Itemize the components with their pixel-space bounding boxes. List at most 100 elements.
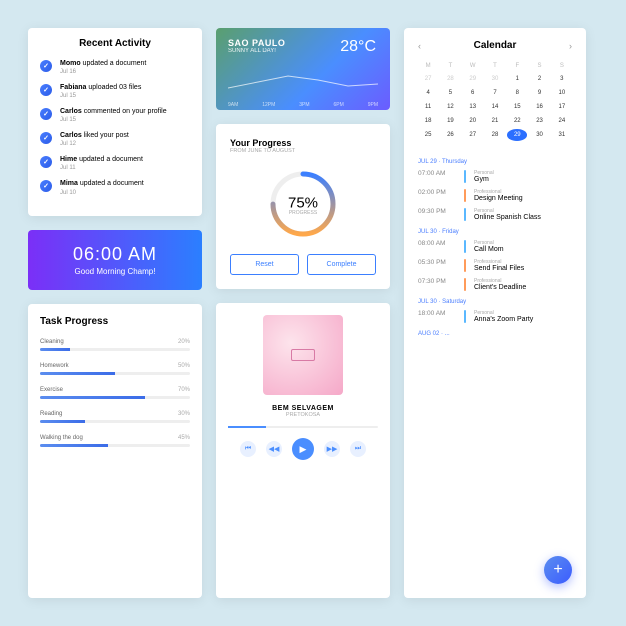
calendar-day[interactable]: 15: [507, 101, 527, 113]
calendar-day[interactable]: 13: [463, 101, 483, 113]
event-title: Send Final Files: [474, 265, 524, 272]
calendar-day[interactable]: 23: [529, 115, 549, 127]
calendar-day[interactable]: 7: [485, 87, 505, 99]
event-date-header: JUL 30 · Friday: [418, 229, 572, 235]
task-name: Exercise: [40, 387, 63, 393]
task-item: Reading 30%: [40, 411, 190, 423]
calendar-dow: S: [529, 61, 549, 71]
calendar-day[interactable]: 12: [440, 101, 460, 113]
activity-text: Fabiana uploaded 03 files: [60, 83, 141, 92]
calendar-day[interactable]: 31: [552, 129, 572, 141]
activity-text: Hime updated a document: [60, 155, 143, 164]
calendar-day[interactable]: 8: [507, 87, 527, 99]
event-item[interactable]: 07:30 PM Professional Client's Deadline: [418, 278, 572, 291]
calendar-day[interactable]: 16: [529, 101, 549, 113]
weather-hour: 6PM: [333, 102, 343, 108]
calendar-day[interactable]: 20: [463, 115, 483, 127]
event-item[interactable]: 07:00 AM Personal Gym: [418, 170, 572, 183]
task-bar: [40, 420, 190, 423]
event-time: 02:00 PM: [418, 189, 456, 202]
calendar-day[interactable]: 17: [552, 101, 572, 113]
reset-button[interactable]: Reset: [230, 254, 299, 275]
activity-date: Jul 12: [60, 141, 129, 147]
add-event-button[interactable]: +: [544, 556, 572, 584]
calendar-day[interactable]: 14: [485, 101, 505, 113]
rewind-button[interactable]: ◀◀: [266, 441, 282, 457]
task-bar: [40, 372, 190, 375]
complete-button[interactable]: Complete: [307, 254, 376, 275]
calendar-day[interactable]: 29: [463, 73, 483, 85]
weather-chart: [228, 70, 378, 98]
calendar-day[interactable]: 21: [485, 115, 505, 127]
play-button[interactable]: ▶: [292, 438, 314, 460]
calendar-day[interactable]: 18: [418, 115, 438, 127]
check-icon: [40, 132, 52, 144]
next-button[interactable]: ⏭: [350, 441, 366, 457]
event-time: 07:00 AM: [418, 170, 456, 183]
event-item[interactable]: 08:00 AM Personal Call Mom: [418, 240, 572, 253]
calendar-day[interactable]: 28: [440, 73, 460, 85]
event-title: Design Meeting: [474, 195, 523, 202]
event-date-header: JUL 30 · Saturday: [418, 299, 572, 305]
calendar-day[interactable]: 5: [440, 87, 460, 99]
calendar-day[interactable]: 26: [440, 129, 460, 141]
calendar-day[interactable]: 2: [529, 73, 549, 85]
calendar-dow: W: [463, 61, 483, 71]
progress-subtitle: FROM JUNE TO AUGUST: [230, 148, 376, 154]
calendar-day[interactable]: 29: [507, 129, 527, 141]
weather-temp: 28°C: [340, 38, 376, 56]
music-player-card: BEM SELVAGEM PRETOKOSA ⏮ ◀◀ ▶ ▶▶ ⏭: [216, 303, 390, 598]
prev-button[interactable]: ⏮: [240, 441, 256, 457]
prev-month-button[interactable]: ‹: [418, 41, 421, 51]
activity-date: Jul 16: [60, 69, 146, 75]
check-icon: [40, 60, 52, 72]
task-percent: 30%: [178, 411, 190, 417]
event-item[interactable]: 18:00 AM Personal Anna's Zoom Party: [418, 310, 572, 323]
calendar-day[interactable]: 24: [552, 115, 572, 127]
greeting-card: 06:00 AM Good Morning Champ!: [28, 230, 202, 290]
calendar-day[interactable]: 19: [440, 115, 460, 127]
seek-bar[interactable]: [228, 426, 378, 428]
event-item[interactable]: 02:00 PM Professional Design Meeting: [418, 189, 572, 202]
calendar-day[interactable]: 28: [485, 129, 505, 141]
calendar-day[interactable]: 22: [507, 115, 527, 127]
event-date-header: AUG 02 · ...: [418, 331, 572, 337]
calendar-day[interactable]: 6: [463, 87, 483, 99]
event-item[interactable]: 05:30 PM Professional Send Final Files: [418, 259, 572, 272]
calendar-day[interactable]: 10: [552, 87, 572, 99]
activity-item: Mima updated a document Jul 10: [40, 179, 190, 195]
calendar-day[interactable]: 30: [485, 73, 505, 85]
next-month-button[interactable]: ›: [569, 41, 572, 51]
event-item[interactable]: 09:30 PM Personal Online Spanish Class: [418, 208, 572, 221]
event-time: 07:30 PM: [418, 278, 456, 291]
greeting-time: 06:00 AM: [42, 244, 188, 265]
calendar-day[interactable]: 30: [529, 129, 549, 141]
task-item: Cleaning 20%: [40, 339, 190, 351]
weather-hour: 3PM: [299, 102, 309, 108]
weather-hour: 9AM: [228, 102, 238, 108]
activity-item: Fabiana uploaded 03 files Jul 15: [40, 83, 190, 99]
event-category-bar: [464, 208, 466, 221]
calendar-day[interactable]: 9: [529, 87, 549, 99]
weather-hour: 12PM: [262, 102, 275, 108]
forward-button[interactable]: ▶▶: [324, 441, 340, 457]
greeting-message: Good Morning Champ!: [42, 267, 188, 276]
event-category-bar: [464, 240, 466, 253]
calendar-day[interactable]: 27: [463, 129, 483, 141]
event-category-bar: [464, 259, 466, 272]
check-icon: [40, 180, 52, 192]
calendar-day[interactable]: 4: [418, 87, 438, 99]
progress-title: Your Progress: [230, 138, 376, 148]
calendar-day[interactable]: 11: [418, 101, 438, 113]
calendar-day[interactable]: 27: [418, 73, 438, 85]
calendar-day[interactable]: 3: [552, 73, 572, 85]
tasks-title: Task Progress: [40, 316, 190, 327]
event-title: Client's Deadline: [474, 284, 526, 291]
task-name: Cleaning: [40, 339, 64, 345]
weather-card: SAO PAULO SUNNY ALL DAY! 28°C 9AM12PM3PM…: [216, 28, 390, 110]
calendar-day[interactable]: 1: [507, 73, 527, 85]
calendar-day[interactable]: 25: [418, 129, 438, 141]
calendar-dow: T: [440, 61, 460, 71]
event-time: 05:30 PM: [418, 259, 456, 272]
task-bar: [40, 348, 190, 351]
